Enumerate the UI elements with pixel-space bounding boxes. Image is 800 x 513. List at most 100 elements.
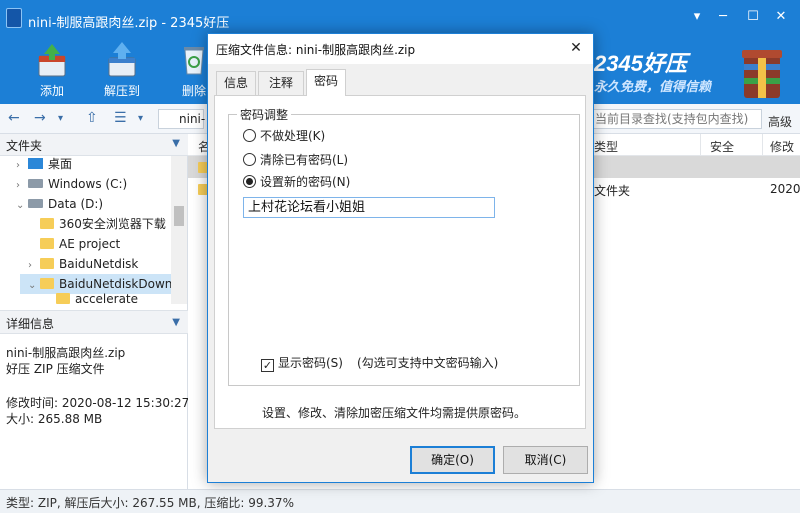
tree-item-label: BaiduNetdiskDownl bbox=[59, 277, 176, 291]
brand-banner: 2345好压 永久免费，值得信赖 bbox=[590, 44, 800, 104]
column-type[interactable]: 类型 bbox=[594, 138, 618, 155]
radio-clear-password[interactable]: 清除已有密码(L) bbox=[243, 151, 348, 169]
up-folder-icon[interactable]: ⇧ bbox=[86, 110, 98, 126]
detail-size: 大小: 265.88 MB bbox=[6, 412, 103, 426]
collapse-icon[interactable]: ▼ bbox=[172, 138, 180, 149]
folder-icon bbox=[40, 238, 54, 249]
drive-icon bbox=[28, 179, 43, 188]
close-icon[interactable]: ✕ bbox=[567, 39, 585, 57]
drive-icon bbox=[28, 199, 43, 208]
details-header-label: 详细信息 bbox=[6, 317, 55, 331]
folder-icon bbox=[56, 293, 70, 304]
folder-panel-header[interactable]: 文件夹 ▼ bbox=[0, 134, 188, 156]
radio-button[interactable] bbox=[243, 129, 256, 142]
brand-name: 2345好压 bbox=[594, 51, 687, 76]
search-input[interactable]: 当前目录查找(支持包内查找) bbox=[590, 109, 762, 129]
radio-label: 设置新的密码(N) bbox=[260, 175, 351, 189]
password-tab-panel: 密码调整 不做处理(K) 清除已有密码(L) 设置新的密码(N) ✓ 显示密码(S… bbox=[214, 95, 586, 429]
tree-item-baidunetdisk-download[interactable]: ⌄ BaiduNetdiskDownl bbox=[20, 274, 176, 296]
password-value: 上村花论坛看小姐姐 bbox=[248, 200, 366, 215]
extract-icon bbox=[108, 42, 136, 77]
detail-filetype: 好压 ZIP 压缩文件 bbox=[6, 362, 105, 376]
column-security[interactable]: 安全 bbox=[710, 138, 734, 155]
status-text: 类型: ZIP, 解压后大小: 267.55 MB, 压缩比: 99.37% bbox=[6, 496, 294, 510]
password-input[interactable]: 上村花论坛看小姐姐 bbox=[243, 197, 495, 218]
tree-scrollbar[interactable] bbox=[171, 156, 187, 304]
tree-item-label: 桌面 bbox=[48, 157, 73, 171]
view-list-icon[interactable]: ☰ bbox=[114, 110, 127, 126]
collapse-icon[interactable]: ▼ bbox=[172, 317, 180, 328]
tree-item-label: 360安全浏览器下载 bbox=[59, 217, 166, 231]
address-path: nini- bbox=[179, 112, 206, 126]
details-panel-header[interactable]: 详细信息 ▼ bbox=[0, 310, 188, 334]
tree-item-label: accelerate bbox=[75, 292, 139, 306]
row-type: 文件夹 bbox=[594, 184, 631, 198]
maximize-button[interactable]: ☐ bbox=[744, 8, 762, 26]
detail-modified: 修改时间: 2020-08-12 15:30:27 bbox=[6, 396, 190, 410]
folder-icon bbox=[40, 278, 54, 289]
expand-icon[interactable]: › bbox=[16, 176, 28, 196]
tree-item-baidunetdisk[interactable]: › BaiduNetdisk bbox=[28, 254, 138, 274]
folder-icon bbox=[40, 218, 54, 229]
tree-item-label: Data (D:) bbox=[48, 197, 104, 211]
expand-icon[interactable]: › bbox=[28, 256, 40, 276]
group-label: 密码调整 bbox=[237, 106, 292, 123]
ok-label: 确定(O) bbox=[431, 453, 474, 467]
expand-icon[interactable]: › bbox=[16, 156, 28, 176]
tab-label: 注释 bbox=[268, 76, 293, 90]
radio-button[interactable] bbox=[243, 153, 256, 166]
cancel-label: 取消(C) bbox=[524, 453, 567, 467]
ok-button[interactable]: 确定(O) bbox=[410, 446, 495, 474]
back-icon[interactable]: ← bbox=[8, 110, 20, 126]
left-pane: 文件夹 ▼ › 桌面 › Windows (C:) ⌄ Data (D:) 360安全… bbox=[0, 134, 190, 489]
tree-item-desktop[interactable]: › 桌面 bbox=[16, 154, 72, 174]
tree-item-accelerate[interactable]: accelerate bbox=[56, 292, 138, 306]
tab-info[interactable]: 信息 bbox=[216, 71, 256, 95]
tree-item-label: Windows (C:) bbox=[48, 177, 128, 191]
minimize-button[interactable]: ─ bbox=[714, 8, 732, 26]
checkbox-checked[interactable]: ✓ bbox=[261, 359, 274, 372]
desktop-icon bbox=[28, 158, 43, 169]
tree-item-data-d[interactable]: ⌄ Data (D:) bbox=[16, 194, 103, 214]
search-placeholder: 当前目录查找(支持包内查找) bbox=[595, 112, 749, 126]
row-modified: 2020- bbox=[770, 182, 800, 196]
extract-button[interactable]: 解压到 bbox=[94, 40, 150, 104]
radio-set-new-password[interactable]: 设置新的密码(N) bbox=[243, 173, 350, 191]
archive-box-icon bbox=[742, 50, 782, 98]
forward-icon[interactable]: → bbox=[34, 110, 46, 126]
folder-header-label: 文件夹 bbox=[6, 139, 43, 153]
dialog-title-bar: 压缩文件信息: nini-制服高跟肉丝.zip ✕ bbox=[208, 34, 593, 64]
checkbox-label: 显示密码(S) bbox=[278, 356, 343, 370]
extract-label: 解压到 bbox=[103, 84, 140, 98]
close-button[interactable]: ✕ bbox=[772, 8, 790, 26]
collapse-icon[interactable]: ⌄ bbox=[16, 196, 28, 216]
tree-item-360-download[interactable]: 360安全浏览器下载 bbox=[28, 214, 166, 234]
tab-password[interactable]: 密码 bbox=[306, 69, 346, 96]
address-field[interactable]: nini- bbox=[158, 109, 206, 129]
chinese-password-note: (勾选可支持中文密码输入) bbox=[356, 356, 499, 370]
brand-slogan: 永久免费，值得信赖 bbox=[594, 79, 712, 94]
archive-info-dialog: 压缩文件信息: nini-制服高跟肉丝.zip ✕ 信息 注释 密码 密码调整 … bbox=[207, 33, 594, 483]
tree-item-ae-project[interactable]: AE project bbox=[28, 234, 120, 254]
password-settings-group: 密码调整 不做处理(K) 清除已有密码(L) 设置新的密码(N) ✓ 显示密码(S… bbox=[228, 106, 580, 386]
cancel-button[interactable]: 取消(C) bbox=[503, 446, 588, 474]
folder-icon bbox=[40, 258, 54, 269]
history-dropdown-icon[interactable]: ▾ bbox=[58, 113, 63, 124]
tree-item-windows-c[interactable]: › Windows (C:) bbox=[16, 174, 127, 194]
status-bar: 类型: ZIP, 解压后大小: 267.55 MB, 压缩比: 99.37% bbox=[0, 489, 800, 513]
advanced-search-button[interactable]: 高级 bbox=[768, 113, 792, 130]
column-modified[interactable]: 修改 bbox=[770, 138, 794, 155]
show-password-checkbox[interactable]: ✓ 显示密码(S) (勾选可支持中文密码输入) bbox=[261, 354, 498, 372]
add-button[interactable]: 添加 bbox=[24, 40, 80, 104]
collapse-icon[interactable]: ⌄ bbox=[28, 276, 40, 296]
radio-no-action[interactable]: 不做处理(K) bbox=[243, 127, 325, 145]
radio-label: 清除已有密码(L) bbox=[260, 153, 349, 167]
password-requirement-note: 设置、修改、清除加密压缩文件均需提供原密码。 bbox=[262, 406, 527, 420]
settings-icon[interactable]: ▾ bbox=[688, 8, 706, 26]
radio-button-checked[interactable] bbox=[243, 175, 256, 188]
tree-item-label: AE project bbox=[59, 237, 121, 251]
add-icon bbox=[38, 44, 66, 77]
view-dropdown-icon[interactable]: ▾ bbox=[138, 113, 143, 124]
tab-comment[interactable]: 注释 bbox=[258, 71, 304, 95]
scrollbar-thumb[interactable] bbox=[174, 206, 184, 226]
